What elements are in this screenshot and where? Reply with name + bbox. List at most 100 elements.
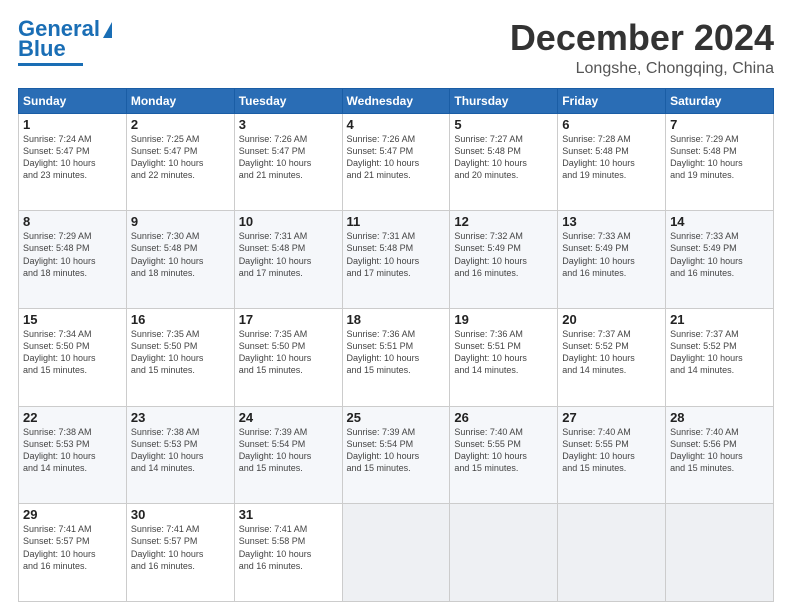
table-row: 6Sunrise: 7:28 AM Sunset: 5:48 PM Daylig… — [558, 113, 666, 211]
day-number: 6 — [562, 117, 661, 132]
calendar-header-row: Sunday Monday Tuesday Wednesday Thursday… — [19, 88, 774, 113]
day-info: Sunrise: 7:38 AM Sunset: 5:53 PM Dayligh… — [131, 426, 230, 475]
logo-triangle-icon — [103, 22, 112, 38]
table-row — [342, 504, 450, 602]
day-number: 24 — [239, 410, 338, 425]
day-info: Sunrise: 7:35 AM Sunset: 5:50 PM Dayligh… — [239, 328, 338, 377]
day-number: 21 — [670, 312, 769, 327]
table-row: 4Sunrise: 7:26 AM Sunset: 5:47 PM Daylig… — [342, 113, 450, 211]
day-info: Sunrise: 7:39 AM Sunset: 5:54 PM Dayligh… — [347, 426, 446, 475]
day-info: Sunrise: 7:35 AM Sunset: 5:50 PM Dayligh… — [131, 328, 230, 377]
day-number: 17 — [239, 312, 338, 327]
day-info: Sunrise: 7:26 AM Sunset: 5:47 PM Dayligh… — [239, 133, 338, 182]
day-info: Sunrise: 7:41 AM Sunset: 5:57 PM Dayligh… — [23, 523, 122, 572]
col-saturday: Saturday — [666, 88, 774, 113]
table-row: 11Sunrise: 7:31 AM Sunset: 5:48 PM Dayli… — [342, 211, 450, 309]
table-row: 24Sunrise: 7:39 AM Sunset: 5:54 PM Dayli… — [234, 406, 342, 504]
day-info: Sunrise: 7:37 AM Sunset: 5:52 PM Dayligh… — [562, 328, 661, 377]
day-number: 7 — [670, 117, 769, 132]
table-row: 23Sunrise: 7:38 AM Sunset: 5:53 PM Dayli… — [126, 406, 234, 504]
day-number: 18 — [347, 312, 446, 327]
table-row: 19Sunrise: 7:36 AM Sunset: 5:51 PM Dayli… — [450, 308, 558, 406]
calendar-week-row: 8Sunrise: 7:29 AM Sunset: 5:48 PM Daylig… — [19, 211, 774, 309]
day-number: 12 — [454, 214, 553, 229]
table-row: 14Sunrise: 7:33 AM Sunset: 5:49 PM Dayli… — [666, 211, 774, 309]
day-info: Sunrise: 7:27 AM Sunset: 5:48 PM Dayligh… — [454, 133, 553, 182]
table-row: 31Sunrise: 7:41 AM Sunset: 5:58 PM Dayli… — [234, 504, 342, 602]
day-info: Sunrise: 7:29 AM Sunset: 5:48 PM Dayligh… — [23, 230, 122, 279]
table-row: 9Sunrise: 7:30 AM Sunset: 5:48 PM Daylig… — [126, 211, 234, 309]
day-number: 30 — [131, 507, 230, 522]
col-tuesday: Tuesday — [234, 88, 342, 113]
col-monday: Monday — [126, 88, 234, 113]
table-row: 21Sunrise: 7:37 AM Sunset: 5:52 PM Dayli… — [666, 308, 774, 406]
table-row — [450, 504, 558, 602]
calendar-week-row: 29Sunrise: 7:41 AM Sunset: 5:57 PM Dayli… — [19, 504, 774, 602]
day-info: Sunrise: 7:36 AM Sunset: 5:51 PM Dayligh… — [347, 328, 446, 377]
day-number: 25 — [347, 410, 446, 425]
day-number: 29 — [23, 507, 122, 522]
day-info: Sunrise: 7:31 AM Sunset: 5:48 PM Dayligh… — [347, 230, 446, 279]
header: General Blue December 2024 Longshe, Chon… — [18, 18, 774, 78]
table-row: 26Sunrise: 7:40 AM Sunset: 5:55 PM Dayli… — [450, 406, 558, 504]
table-row: 30Sunrise: 7:41 AM Sunset: 5:57 PM Dayli… — [126, 504, 234, 602]
day-info: Sunrise: 7:41 AM Sunset: 5:58 PM Dayligh… — [239, 523, 338, 572]
day-number: 22 — [23, 410, 122, 425]
table-row: 8Sunrise: 7:29 AM Sunset: 5:48 PM Daylig… — [19, 211, 127, 309]
table-row: 7Sunrise: 7:29 AM Sunset: 5:48 PM Daylig… — [666, 113, 774, 211]
day-info: Sunrise: 7:34 AM Sunset: 5:50 PM Dayligh… — [23, 328, 122, 377]
table-row: 13Sunrise: 7:33 AM Sunset: 5:49 PM Dayli… — [558, 211, 666, 309]
table-row — [666, 504, 774, 602]
table-row: 10Sunrise: 7:31 AM Sunset: 5:48 PM Dayli… — [234, 211, 342, 309]
day-info: Sunrise: 7:38 AM Sunset: 5:53 PM Dayligh… — [23, 426, 122, 475]
table-row: 18Sunrise: 7:36 AM Sunset: 5:51 PM Dayli… — [342, 308, 450, 406]
calendar-week-row: 1Sunrise: 7:24 AM Sunset: 5:47 PM Daylig… — [19, 113, 774, 211]
day-info: Sunrise: 7:33 AM Sunset: 5:49 PM Dayligh… — [562, 230, 661, 279]
day-number: 28 — [670, 410, 769, 425]
day-info: Sunrise: 7:29 AM Sunset: 5:48 PM Dayligh… — [670, 133, 769, 182]
month-year: December 2024 — [510, 18, 774, 58]
day-info: Sunrise: 7:37 AM Sunset: 5:52 PM Dayligh… — [670, 328, 769, 377]
day-info: Sunrise: 7:28 AM Sunset: 5:48 PM Dayligh… — [562, 133, 661, 182]
logo-underline — [18, 63, 83, 66]
table-row: 3Sunrise: 7:26 AM Sunset: 5:47 PM Daylig… — [234, 113, 342, 211]
day-info: Sunrise: 7:32 AM Sunset: 5:49 PM Dayligh… — [454, 230, 553, 279]
table-row: 25Sunrise: 7:39 AM Sunset: 5:54 PM Dayli… — [342, 406, 450, 504]
day-number: 15 — [23, 312, 122, 327]
day-info: Sunrise: 7:31 AM Sunset: 5:48 PM Dayligh… — [239, 230, 338, 279]
table-row — [558, 504, 666, 602]
day-number: 1 — [23, 117, 122, 132]
day-number: 5 — [454, 117, 553, 132]
calendar-table: Sunday Monday Tuesday Wednesday Thursday… — [18, 88, 774, 602]
day-number: 16 — [131, 312, 230, 327]
day-number: 19 — [454, 312, 553, 327]
day-info: Sunrise: 7:26 AM Sunset: 5:47 PM Dayligh… — [347, 133, 446, 182]
table-row: 15Sunrise: 7:34 AM Sunset: 5:50 PM Dayli… — [19, 308, 127, 406]
calendar-week-row: 15Sunrise: 7:34 AM Sunset: 5:50 PM Dayli… — [19, 308, 774, 406]
day-number: 10 — [239, 214, 338, 229]
day-number: 14 — [670, 214, 769, 229]
table-row: 20Sunrise: 7:37 AM Sunset: 5:52 PM Dayli… — [558, 308, 666, 406]
col-wednesday: Wednesday — [342, 88, 450, 113]
day-info: Sunrise: 7:30 AM Sunset: 5:48 PM Dayligh… — [131, 230, 230, 279]
title-block: December 2024 Longshe, Chongqing, China — [510, 18, 774, 78]
logo-blue: Blue — [18, 38, 66, 60]
table-row: 22Sunrise: 7:38 AM Sunset: 5:53 PM Dayli… — [19, 406, 127, 504]
table-row: 27Sunrise: 7:40 AM Sunset: 5:55 PM Dayli… — [558, 406, 666, 504]
logo: General Blue — [18, 18, 112, 66]
day-number: 31 — [239, 507, 338, 522]
col-thursday: Thursday — [450, 88, 558, 113]
day-info: Sunrise: 7:40 AM Sunset: 5:55 PM Dayligh… — [454, 426, 553, 475]
day-number: 3 — [239, 117, 338, 132]
day-number: 26 — [454, 410, 553, 425]
day-number: 20 — [562, 312, 661, 327]
table-row: 5Sunrise: 7:27 AM Sunset: 5:48 PM Daylig… — [450, 113, 558, 211]
day-info: Sunrise: 7:41 AM Sunset: 5:57 PM Dayligh… — [131, 523, 230, 572]
day-number: 9 — [131, 214, 230, 229]
day-number: 13 — [562, 214, 661, 229]
page: General Blue December 2024 Longshe, Chon… — [0, 0, 792, 612]
table-row: 16Sunrise: 7:35 AM Sunset: 5:50 PM Dayli… — [126, 308, 234, 406]
day-info: Sunrise: 7:24 AM Sunset: 5:47 PM Dayligh… — [23, 133, 122, 182]
day-number: 11 — [347, 214, 446, 229]
location: Longshe, Chongqing, China — [510, 60, 774, 78]
